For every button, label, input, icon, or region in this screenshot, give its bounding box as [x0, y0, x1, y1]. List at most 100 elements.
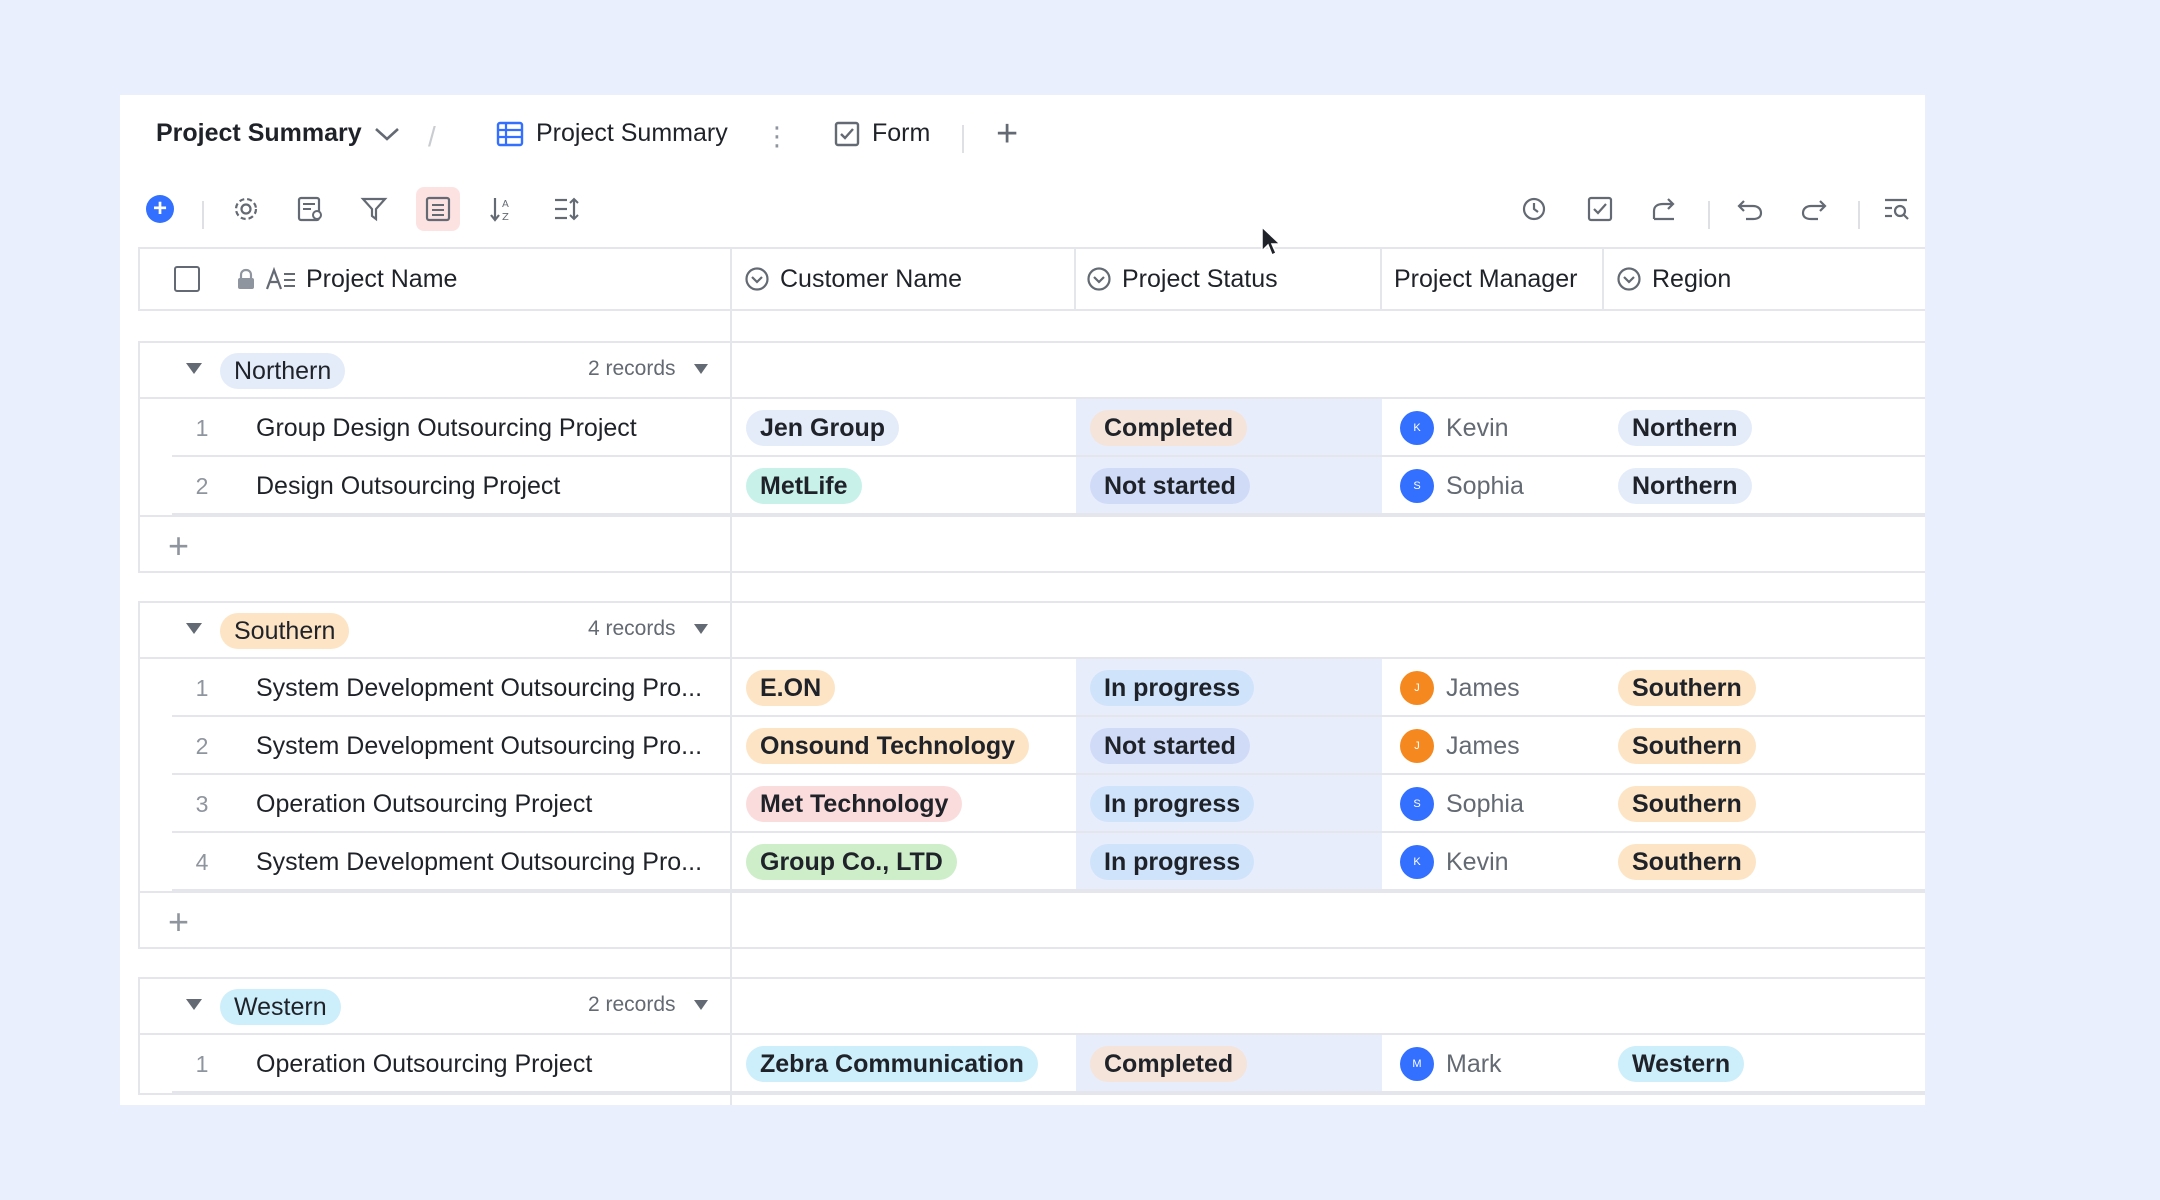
- caret-down-icon[interactable]: [186, 623, 202, 634]
- project-name-cell[interactable]: System Development Outsourcing Pro...: [256, 848, 726, 877]
- single-select-icon: [745, 267, 769, 291]
- manager-cell[interactable]: S Sophia: [1400, 787, 1524, 821]
- group-button[interactable]: [416, 187, 460, 231]
- add-record-button[interactable]: +: [138, 187, 182, 231]
- region-tag[interactable]: Southern: [1618, 670, 1756, 706]
- header-customer-name[interactable]: Customer Name: [734, 249, 962, 309]
- group-record-count[interactable]: 2 records: [588, 357, 708, 381]
- project-name-cell[interactable]: System Development Outsourcing Pro...: [256, 674, 726, 703]
- undo-button[interactable]: [1728, 187, 1772, 231]
- base-title[interactable]: Project Summary: [156, 119, 400, 148]
- table-row[interactable]: 4 System Development Outsourcing Pro... Gr…: [172, 833, 1925, 891]
- caret-down-icon[interactable]: [186, 363, 202, 374]
- record-count-label: 4 records: [588, 617, 676, 640]
- sort-button[interactable]: AZ: [480, 187, 524, 231]
- row-number: 1: [195, 415, 209, 441]
- history-button[interactable]: [1512, 187, 1556, 231]
- add-row-button[interactable]: +: [140, 891, 1925, 947]
- customer-tag[interactable]: Jen Group: [746, 410, 900, 446]
- group-record-count[interactable]: 4 records: [588, 617, 708, 641]
- header-label: Project Name: [306, 264, 458, 293]
- status-tag[interactable]: In progress: [1090, 670, 1255, 706]
- status-tag[interactable]: In progress: [1090, 786, 1255, 822]
- row-number: 2: [195, 733, 209, 759]
- project-name-cell[interactable]: Group Design Outsourcing Project: [256, 414, 726, 443]
- filter-button[interactable]: [352, 187, 396, 231]
- add-view-button[interactable]: +: [996, 113, 1018, 156]
- project-name-cell[interactable]: Operation Outsourcing Project: [256, 790, 726, 819]
- tab-project-summary[interactable]: Project Summary: [496, 119, 728, 148]
- avatar: S: [1400, 469, 1434, 503]
- table-row[interactable]: 3 Operation Outsourcing Project Met Techno…: [172, 775, 1925, 833]
- select-all-checkbox[interactable]: [174, 249, 200, 309]
- svg-text:Z: Z: [502, 212, 509, 223]
- group-header[interactable]: Western 2 records: [140, 979, 1925, 1035]
- group-record-count[interactable]: 2 records: [588, 993, 708, 1017]
- region-tag[interactable]: Southern: [1618, 786, 1756, 822]
- row-height-button[interactable]: [544, 187, 588, 231]
- region-tag[interactable]: Northern: [1618, 410, 1752, 446]
- more-vertical-icon[interactable]: ⋮: [764, 121, 790, 152]
- table-row[interactable]: 1 System Development Outsourcing Pro... E.…: [172, 659, 1925, 717]
- status-tag[interactable]: Completed: [1090, 1046, 1248, 1082]
- header-project-manager[interactable]: Project Manager: [1384, 249, 1577, 309]
- caret-down-icon[interactable]: [186, 999, 202, 1010]
- group-western: Western 2 records 1 Operation Outsourcing P…: [138, 977, 1925, 1095]
- redo-button[interactable]: [1792, 187, 1836, 231]
- table-row[interactable]: 2 System Development Outsourcing Pro... On…: [172, 717, 1925, 775]
- add-row-button[interactable]: +: [140, 515, 1925, 571]
- region-tag[interactable]: Western: [1618, 1046, 1745, 1082]
- header-region[interactable]: Region: [1606, 249, 1731, 309]
- avatar: S: [1400, 787, 1434, 821]
- app-window: Project Summary / Project Summary ⋮ Form…: [120, 95, 1925, 1105]
- customer-tag[interactable]: Group Co., LTD: [746, 844, 957, 880]
- field-config-button[interactable]: [288, 187, 332, 231]
- group-tag: Southern: [220, 613, 350, 649]
- manager-name: Sophia: [1446, 471, 1524, 500]
- header-project-name[interactable]: Project Name: [236, 249, 457, 309]
- customer-tag[interactable]: E.ON: [746, 670, 836, 706]
- settings-button[interactable]: [224, 187, 268, 231]
- customer-tag[interactable]: Met Technology: [746, 786, 963, 822]
- checklist-button[interactable]: [1578, 187, 1622, 231]
- group-tag: Western: [220, 989, 341, 1025]
- svg-text:A: A: [502, 199, 509, 210]
- project-name-cell[interactable]: Operation Outsourcing Project: [256, 1050, 726, 1079]
- group-header[interactable]: Northern 2 records: [140, 343, 1925, 399]
- single-select-icon: [1087, 267, 1111, 291]
- customer-tag[interactable]: Onsound Technology: [746, 728, 1030, 764]
- search-records-button[interactable]: [1874, 187, 1918, 231]
- manager-cell[interactable]: J James: [1400, 671, 1520, 705]
- share-button[interactable]: [1642, 187, 1686, 231]
- header-label: Customer Name: [780, 264, 962, 293]
- tab-divider: [962, 125, 964, 153]
- project-name-cell[interactable]: Design Outsourcing Project: [256, 472, 726, 501]
- manager-cell[interactable]: S Sophia: [1400, 469, 1524, 503]
- manager-cell[interactable]: K Kevin: [1400, 845, 1509, 879]
- header-project-status[interactable]: Project Status: [1076, 249, 1278, 309]
- customer-tag[interactable]: MetLife: [746, 468, 862, 504]
- status-tag[interactable]: Not started: [1090, 468, 1250, 504]
- region-tag[interactable]: Northern: [1618, 468, 1752, 504]
- tab-form[interactable]: Form: [834, 119, 930, 148]
- header-label: Region: [1652, 264, 1732, 293]
- group-southern: Southern 4 records 1 System Development Out…: [138, 601, 1925, 949]
- undo-icon: [1737, 200, 1763, 221]
- manager-cell[interactable]: M Mark: [1400, 1047, 1502, 1081]
- project-name-cell[interactable]: System Development Outsourcing Pro...: [256, 732, 726, 761]
- table-row[interactable]: 2 Design Outsourcing Project MetLife Not st…: [172, 457, 1925, 515]
- status-tag[interactable]: Completed: [1090, 410, 1248, 446]
- group-header[interactable]: Southern 4 records: [140, 603, 1925, 659]
- table-row[interactable]: 1 Group Design Outsourcing Project Jen Gro…: [172, 399, 1925, 457]
- manager-cell[interactable]: K Kevin: [1400, 411, 1509, 445]
- search-list-icon: [1885, 198, 1909, 220]
- region-tag[interactable]: Southern: [1618, 728, 1756, 764]
- status-tag[interactable]: In progress: [1090, 844, 1255, 880]
- caret-down-icon: [693, 624, 708, 634]
- status-tag[interactable]: Not started: [1090, 728, 1250, 764]
- manager-cell[interactable]: J James: [1400, 729, 1520, 763]
- customer-tag[interactable]: Zebra Communication: [746, 1046, 1038, 1082]
- table-row[interactable]: 1 Operation Outsourcing Project Zebra Comm…: [172, 1035, 1925, 1093]
- region-tag[interactable]: Southern: [1618, 844, 1756, 880]
- avatar: J: [1400, 729, 1434, 763]
